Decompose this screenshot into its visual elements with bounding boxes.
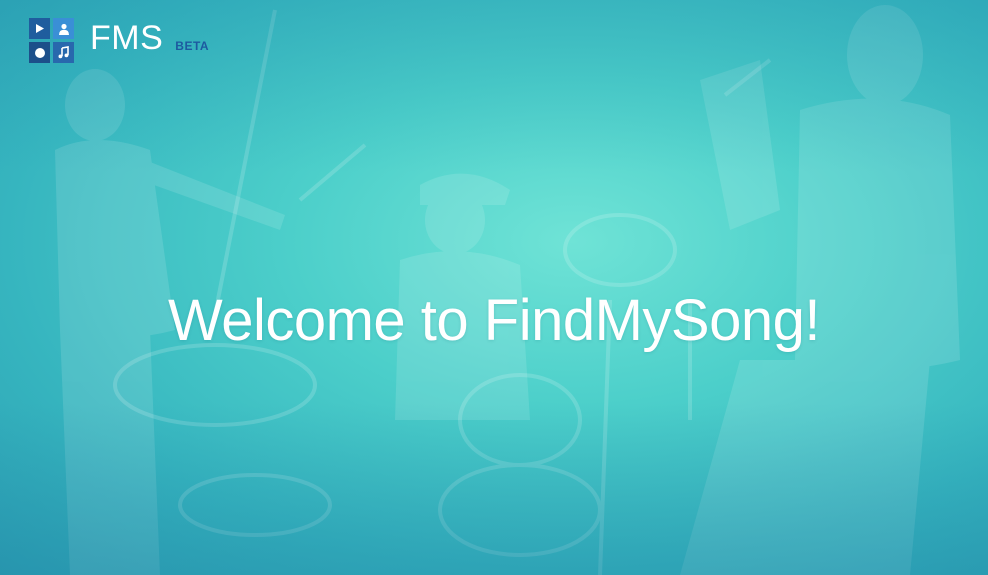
fms-logo[interactable] [29, 18, 74, 63]
record-icon [29, 42, 50, 63]
hero-banner: FMS BETA Welcome to FindMySong! [0, 0, 988, 575]
music-note-icon [53, 42, 74, 63]
user-icon [53, 18, 74, 39]
brand-header[interactable]: FMS BETA [29, 18, 209, 63]
beta-badge: BETA [175, 39, 210, 53]
brand-name[interactable]: FMS [90, 21, 163, 55]
welcome-heading: Welcome to FindMySong! [168, 287, 820, 353]
play-icon [29, 18, 50, 39]
